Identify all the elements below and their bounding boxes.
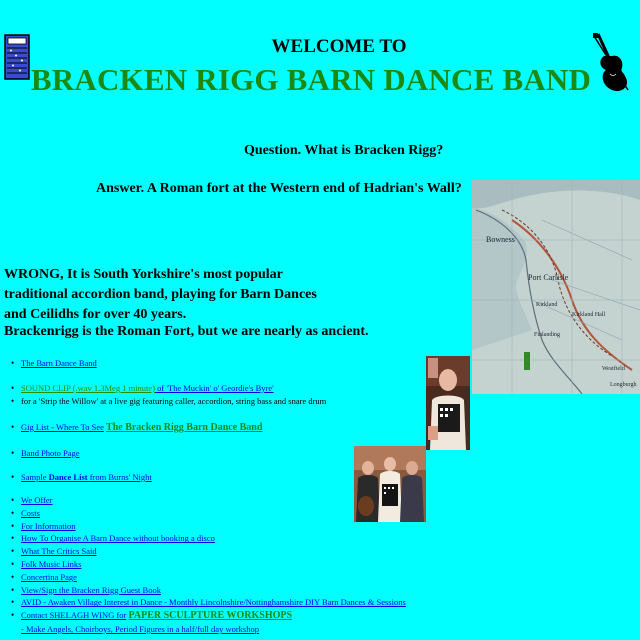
link-list: Gig List - Where To See The Bracken Rigg… [0,421,262,435]
map-label: Port Carlisle [528,273,569,282]
map-image: Bowness Port Carlisle Kirkland Kirkland … [472,180,640,394]
list-item: The Barn Dance Band [0,357,97,370]
map-label: Finlanding [534,332,560,338]
sound-clip-link[interactable]: SOUND CLIP (.wav 1.3Meg 1 minute) [21,383,155,393]
list-item: What The Critics Said [0,545,406,558]
link-list: SOUND CLIP (.wav 1.3Meg 1 minute) of 'Th… [0,382,326,408]
map-label: Kirkland [536,302,557,308]
map-label: Longburgh [610,382,637,388]
list-item: Folk Music Links [0,558,406,571]
map-label: Westfield [602,365,625,372]
list-item: We Offer [0,494,406,507]
sample-suffix: from Burns' Night [89,472,152,482]
sample-prefix: Sample [21,472,47,482]
avid-link[interactable]: AVID - Awaken Village Interest in Dance … [21,597,406,607]
costs-link[interactable]: Costs [21,508,40,518]
list-item: How To Organise A Barn Dance without boo… [0,532,406,545]
list-item: Contact SHELAGH WING for PAPER SCULPTURE… [0,609,406,623]
main-menu: We Offer Costs For Information How To Or… [0,494,406,636]
muckin-geordies-byre-link[interactable]: of 'The Muckin' o' Geordie's Byre' [155,383,273,393]
list-item: - Make Angels, Choirboys, Period Figures… [0,623,406,636]
hadrians-wall-map: Bowness Port Carlisle Kirkland Kirkland … [472,180,640,394]
gig-list-link[interactable]: Gig List - Where To See [21,422,104,432]
wrong-paragraph: WRONG, It is South Yorkshire's most popu… [4,267,317,322]
map-label: Bowness [486,235,515,244]
shelagh-wing-link[interactable]: Contact SHELAGH WING for [21,610,126,620]
answer-text: Answer. A Roman fort at the Western end … [96,181,462,196]
list-item: Band Photo Page [0,447,80,460]
welcome-heading: WELCOME TO [271,36,407,57]
folk-music-links-link[interactable]: Folk Music Links [21,559,81,569]
paper-sculpture-sub-link[interactable]: - Make Angels, Choirboys, Period Figures… [21,624,259,634]
list-item: View/Sign the Bracken Rigg Guest Book [0,584,406,597]
page-title: BRACKEN RIGG BARN DANCE BAND [30,62,592,97]
sample-dance-list-link[interactable]: Sample Dance List from Burns' Night [21,472,152,482]
guest-book-link[interactable]: View/Sign the Bracken Rigg Guest Book [21,585,161,595]
link-list: Band Photo Page [0,447,80,460]
accordion-player-photo [426,356,470,450]
list-item: for a 'Strip the Willow' at a live gig f… [0,395,326,408]
organise-barn-dance-link[interactable]: How To Organise A Barn Dance without boo… [21,533,215,543]
link-list: Sample Dance List from Burns' Night [0,471,152,484]
for-information-link[interactable]: For Information [21,521,76,531]
list-item: Gig List - Where To See The Bracken Rigg… [0,421,262,435]
band-photo-link[interactable]: Band Photo Page [21,448,80,458]
sample-bold: Dance List [48,472,88,482]
paper-sculpture-link[interactable]: PAPER SCULPTURE WORKSHOPS [129,610,293,621]
list-item: For Information [0,520,406,533]
list-item: Costs [0,507,406,520]
gig-list-band-link[interactable]: The Bracken Rigg Barn Dance Band [106,422,262,433]
list-item: AVID - Awaken Village Interest in Dance … [0,596,406,609]
link-list: The Barn Dance Band [0,357,97,370]
list-item: Sample Dance List from Burns' Night [0,471,152,484]
sound-clip-description: for a 'Strip the Willow' at a live gig f… [21,395,327,406]
concertina-page-link[interactable]: Concertina Page [21,572,77,582]
list-item: SOUND CLIP (.wav 1.3Meg 1 minute) of 'Th… [0,382,326,395]
ancient-paragraph: Brackenrigg is the Roman Fort, but we ar… [4,324,369,339]
we-offer-link[interactable]: We Offer [21,495,53,505]
barn-dance-band-link[interactable]: The Barn Dance Band [21,358,97,368]
list-item: Concertina Page [0,571,406,584]
map-label: Kirkland Hall [572,312,605,318]
critics-link[interactable]: What The Critics Said [21,546,97,556]
question-text: Question. What is Bracken Rigg? [244,143,444,158]
